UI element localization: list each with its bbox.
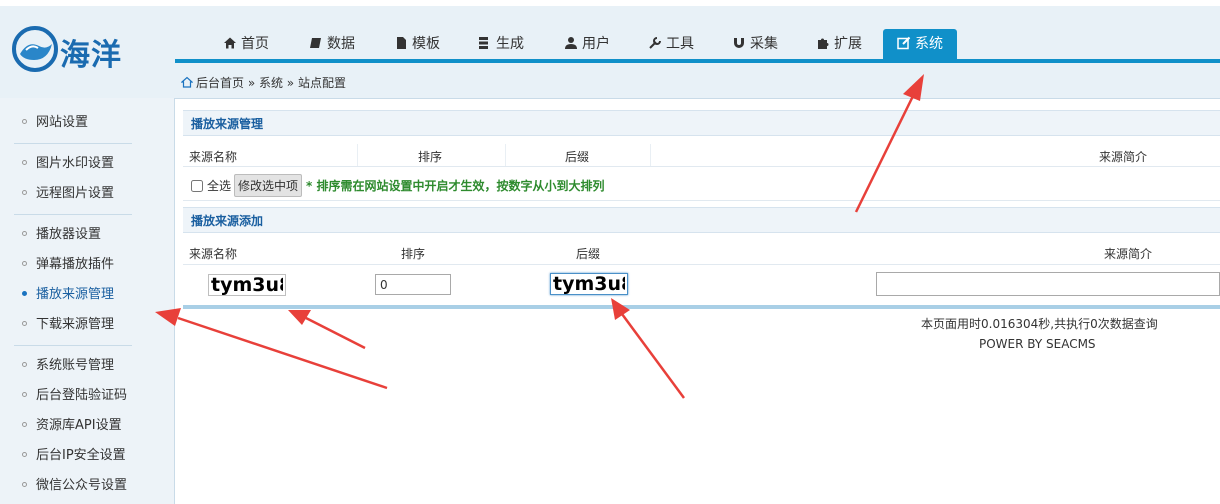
bullet-icon: [22, 321, 27, 326]
sidebar-item-download-source[interactable]: 下载来源管理: [22, 315, 114, 335]
nav-item-generate[interactable]: 生成: [478, 29, 524, 59]
bullet-icon: [22, 119, 27, 124]
sidebar-divider: [14, 345, 132, 346]
top-strip: [0, 0, 1220, 6]
nav-item-template[interactable]: 模板: [394, 29, 440, 59]
table-bottom-rule: [183, 305, 1220, 309]
add-col-header-name: 来源名称: [189, 247, 238, 261]
sidebar-item-accounts[interactable]: 系统账号管理: [22, 356, 114, 376]
col-header-sort: 排序: [418, 150, 443, 164]
source-name-input[interactable]: [208, 274, 286, 296]
manage-section-title: 播放来源管理: [183, 110, 1220, 136]
nav-item-home[interactable]: 首页: [223, 29, 269, 59]
column-divider: [505, 144, 506, 166]
edit-icon: [897, 36, 911, 50]
bullet-icon: [22, 160, 27, 165]
footer-powered-by: POWER BY SEACMS: [979, 337, 1096, 351]
magnet-icon: [734, 38, 744, 48]
col-header-suffix: 后缀: [565, 150, 590, 164]
nav-item-collect[interactable]: 采集: [732, 29, 778, 59]
select-all-checkbox[interactable]: [191, 180, 203, 192]
file-icon: [397, 37, 406, 49]
col-header-intro: 来源简介: [1099, 150, 1148, 164]
bullet-icon: [22, 482, 27, 487]
server-icon: [479, 37, 488, 49]
bullet-icon: [22, 291, 27, 296]
puzzle-icon: [818, 38, 829, 49]
select-all-label[interactable]: 全选: [207, 179, 231, 193]
add-col-header-intro: 来源简介: [1104, 247, 1153, 261]
sidebar-item-play-source[interactable]: 播放来源管理: [22, 285, 114, 305]
col-header-name: 来源名称: [189, 150, 238, 164]
main-content: 播放来源管理 来源名称 排序 后缀 来源简介 全选 修改选中项 * 排序需在网站设置…: [175, 98, 1220, 504]
column-divider: [650, 144, 651, 166]
logo-text: 海洋: [60, 38, 122, 73]
breadcrumb-bar: 后台首页 » 系统 » 站点配置: [175, 63, 1220, 99]
nav-item-data[interactable]: 数据: [309, 29, 355, 59]
sidebar-item-wechat[interactable]: 微信公众号设置: [22, 476, 127, 496]
bullet-icon: [22, 422, 27, 427]
user-icon: [565, 37, 577, 49]
batch-actions: 全选 修改选中项 * 排序需在网站设置中开启才生效，按数字从小到大排列: [191, 174, 605, 197]
row-divider: [183, 166, 1220, 167]
row-divider: [183, 264, 1220, 265]
breadcrumb-text[interactable]: 后台首页 » 系统 » 站点配置: [196, 76, 346, 90]
breadcrumb: 后台首页 » 系统 » 站点配置: [181, 74, 346, 91]
sidebar-item-watermark[interactable]: 图片水印设置: [22, 154, 114, 174]
wrench-icon: [649, 37, 661, 49]
footer-timing: 本页面用时0.016304秒,共执行0次数据查询: [921, 317, 1158, 331]
sidebar-item-site-settings[interactable]: 网站设置: [22, 113, 88, 133]
row-divider: [183, 200, 1220, 201]
sidebar-divider: [14, 143, 132, 144]
sidebar: 网站设置 图片水印设置 远程图片设置 播放器设置 弹幕播放插件 播放来源管理 下…: [0, 98, 175, 504]
bullet-icon: [22, 392, 27, 397]
home-icon: [181, 76, 193, 88]
add-section-title: 播放来源添加: [183, 207, 1220, 233]
nav-item-extend[interactable]: 扩展: [816, 29, 862, 59]
logo[interactable]: 海洋: [12, 26, 142, 73]
sidebar-item-remote-image[interactable]: 远程图片设置: [22, 184, 114, 204]
source-intro-input[interactable]: [876, 272, 1220, 296]
bullet-icon: [22, 190, 27, 195]
sort-input[interactable]: [375, 274, 451, 295]
nav-item-system[interactable]: 系统: [883, 29, 957, 59]
sidebar-item-api[interactable]: 资源库API设置: [22, 416, 122, 436]
sidebar-item-captcha[interactable]: 后台登陆验证码: [22, 386, 127, 406]
bullet-icon: [22, 362, 27, 367]
modify-selected-button[interactable]: 修改选中项: [234, 174, 303, 197]
bullet-icon: [22, 452, 27, 457]
sidebar-divider: [14, 214, 132, 215]
wave-logo-icon: [12, 26, 58, 72]
sort-note: * 排序需在网站设置中开启才生效，按数字从小到大排列: [306, 179, 605, 193]
add-col-header-sort: 排序: [401, 247, 426, 261]
add-col-header-suffix: 后缀: [576, 247, 601, 261]
nav-item-user[interactable]: 用户: [564, 29, 610, 59]
suffix-input[interactable]: [550, 273, 628, 295]
column-divider: [357, 144, 358, 166]
sidebar-item-player[interactable]: 播放器设置: [22, 225, 101, 245]
book-icon: [310, 38, 321, 48]
home-icon: [224, 37, 236, 49]
sidebar-item-ip-security[interactable]: 后台IP安全设置: [22, 446, 126, 466]
sidebar-item-danmaku[interactable]: 弹幕播放插件: [22, 255, 114, 275]
bullet-icon: [22, 261, 27, 266]
bullet-icon: [22, 231, 27, 236]
nav-item-tools[interactable]: 工具: [648, 29, 694, 59]
